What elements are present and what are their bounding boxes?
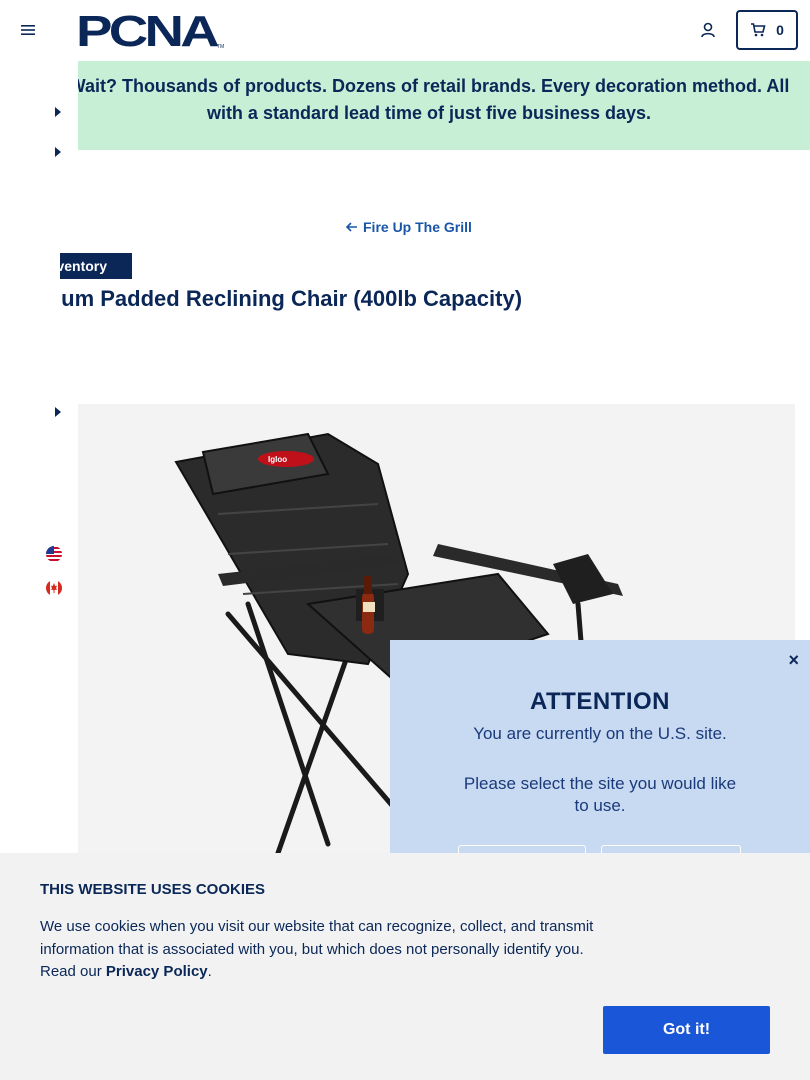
accept-cookies-button[interactable]: Got it!: [603, 1006, 770, 1054]
canada-site-button[interactable]: [601, 845, 741, 853]
promo-banner-text: Wait? Thousands of products. Dozens of r…: [78, 76, 790, 123]
inventory-tag: Inventory: [60, 253, 132, 279]
caret-right-icon[interactable]: [54, 107, 62, 117]
logo-text: PCNA: [76, 10, 219, 50]
back-link-label: Fire Up The Grill: [363, 219, 472, 235]
promo-banner: Wait? Thousands of products. Dozens of r…: [78, 61, 810, 150]
cart-icon: [751, 23, 766, 37]
menu-icon[interactable]: [20, 22, 36, 38]
cookie-banner-text: We use cookies when you visit our websit…: [40, 918, 594, 980]
close-icon[interactable]: ×: [788, 650, 799, 671]
caret-right-icon[interactable]: [54, 407, 62, 417]
cookie-banner: THIS WEBSITE USES COOKIES We use cookies…: [0, 853, 810, 1080]
us-site-button[interactable]: [458, 845, 586, 853]
modal-current-site-text: You are currently on the U.S. site.: [473, 724, 727, 743]
pcna-logo[interactable]: PCNA TM: [76, 10, 224, 50]
cart-button[interactable]: 0: [736, 10, 798, 50]
caret-right-icon[interactable]: [54, 147, 62, 157]
user-icon[interactable]: [699, 21, 717, 39]
product-title: Premium Padded Reclining Chair (400lb Ca…: [60, 286, 523, 311]
modal-instruction-text: Please select the site you would like to…: [463, 774, 737, 815]
svg-text:TM: TM: [217, 44, 224, 50]
privacy-policy-link[interactable]: Privacy Policy: [106, 963, 208, 980]
cart-count: 0: [776, 22, 784, 38]
site-header: PCNA TM 0: [0, 0, 810, 61]
canada-flag-icon[interactable]: [46, 580, 62, 596]
arrow-left-icon: [346, 222, 357, 232]
us-flag-icon[interactable]: [46, 546, 62, 562]
site-selector-modal: × ATTENTION You are currently on the U.S…: [390, 640, 810, 853]
chair-brand-logo: Igloo: [268, 455, 287, 464]
modal-title: ATTENTION: [529, 688, 671, 715]
back-link[interactable]: Fire Up The Grill: [346, 219, 472, 235]
cookie-banner-title: THIS WEBSITE USES COOKIES: [40, 881, 266, 898]
